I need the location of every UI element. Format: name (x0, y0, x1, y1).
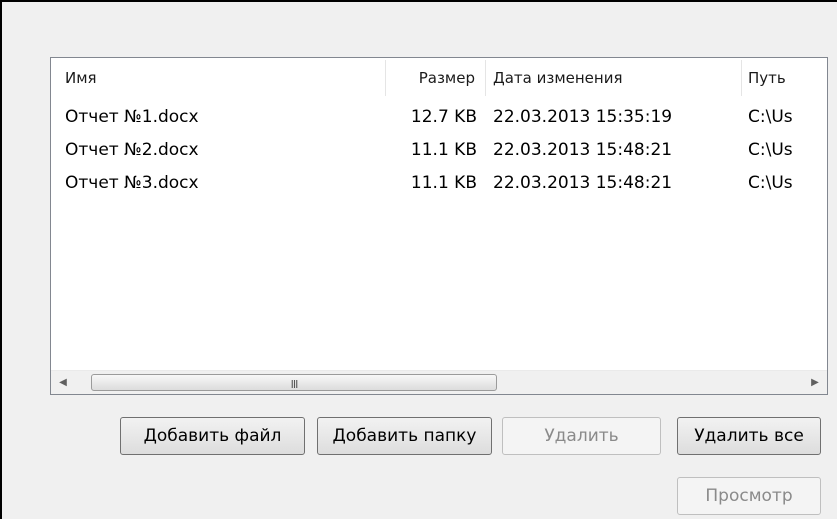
file-path: C:\Us (748, 173, 793, 193)
delete-all-button[interactable]: Удалить все (677, 417, 821, 455)
list-item[interactable]: Отчет №1.docx 12.7 KB 22.03.2013 15:35:1… (51, 102, 827, 135)
dialog-window: Имя Размер Дата изменения Путь Отчет №1.… (0, 0, 837, 519)
list-item[interactable]: Отчет №2.docx 11.1 KB 22.03.2013 15:48:2… (51, 135, 827, 168)
column-divider[interactable] (485, 60, 486, 96)
column-header-name[interactable]: Имя (65, 58, 385, 98)
file-list[interactable]: Имя Размер Дата изменения Путь Отчет №1.… (50, 57, 828, 395)
column-divider[interactable] (741, 60, 742, 96)
file-size: 12.7 KB (410, 107, 477, 127)
file-date: 22.03.2013 15:35:19 (493, 107, 673, 127)
add-file-button[interactable]: Добавить файл (120, 417, 305, 455)
column-header-path[interactable]: Путь (748, 58, 827, 98)
column-header-date[interactable]: Дата изменения (493, 58, 741, 98)
column-header-size[interactable]: Размер (385, 58, 485, 98)
grip-icon: III (290, 378, 299, 391)
file-size: 11.1 KB (410, 173, 477, 193)
file-date: 22.03.2013 15:48:21 (493, 173, 673, 193)
file-path: C:\Us (748, 140, 793, 160)
scrollbar-thumb[interactable]: III (91, 374, 497, 391)
scroll-right-arrow-icon[interactable]: ▶ (803, 371, 827, 394)
file-name: Отчет №3.docx (65, 173, 199, 193)
delete-button[interactable]: Удалить (502, 417, 661, 455)
file-date: 22.03.2013 15:48:21 (493, 140, 673, 160)
scroll-left-arrow-icon[interactable]: ◀ (51, 371, 75, 394)
list-rows: Отчет №1.docx 12.7 KB 22.03.2013 15:35:1… (51, 102, 827, 201)
list-header: Имя Размер Дата изменения Путь (51, 58, 827, 98)
file-path: C:\Us (748, 107, 793, 127)
horizontal-scrollbar[interactable]: ◀ III ▶ (51, 370, 827, 394)
preview-button[interactable]: Просмотр (677, 477, 821, 515)
file-name: Отчет №2.docx (65, 140, 199, 160)
list-item[interactable]: Отчет №3.docx 11.1 KB 22.03.2013 15:48:2… (51, 168, 827, 201)
file-name: Отчет №1.docx (65, 107, 199, 127)
file-size: 11.1 KB (410, 140, 477, 160)
add-folder-button[interactable]: Добавить папку (317, 417, 492, 455)
